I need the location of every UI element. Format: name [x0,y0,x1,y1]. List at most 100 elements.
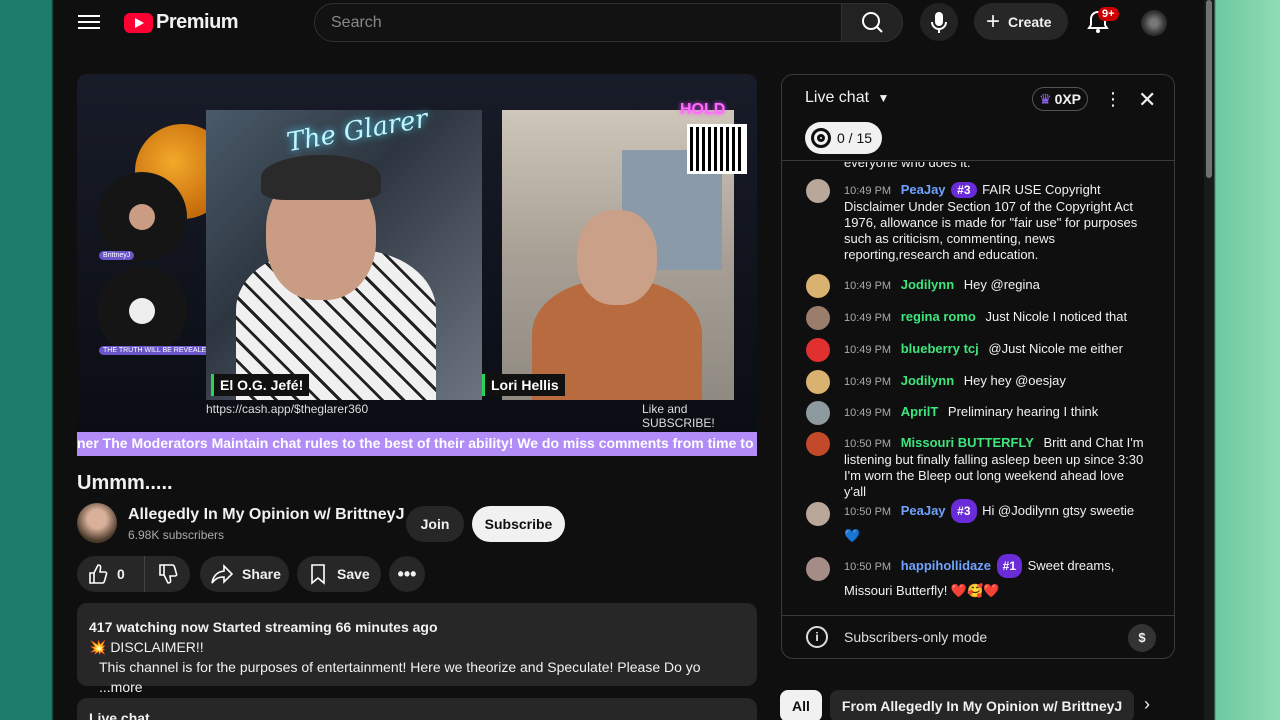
chevron-right-icon[interactable]: › [1144,694,1150,715]
chat-mode-dropdown[interactable]: Live chat ▼ [805,89,889,107]
create-label: Create [1008,13,1052,30]
like-button[interactable]: 0 [77,556,145,592]
create-button[interactable]: + Create [974,3,1068,40]
join-button[interactable]: Join [406,506,464,542]
share-icon [211,564,234,584]
message-time: 10:49 PM [844,185,892,197]
more-horizontal-icon: ••• [397,563,417,584]
channel-avatar[interactable] [77,503,117,543]
chat-footer: i Subscribers-only mode $ [782,615,1174,658]
rank-badge: #3 [951,499,977,523]
message-text: Preliminary hearing I think [947,404,1099,419]
message-author[interactable]: happihollidaze [901,558,991,573]
message-time: 10:49 PM [844,344,892,356]
channel-name[interactable]: Allegedly In My Opinion w/ BrittneyJ [128,506,404,524]
cashapp-link: https://cash.app/$theglarer360 [206,402,369,416]
subscribers-only-label: Subscribers-only mode [844,629,988,645]
youtube-premium-logo[interactable]: Premium [124,11,239,34]
participant-avatar-2 [129,298,155,324]
guest-video-feed: The Glarer [206,104,482,400]
microphone-icon [931,12,947,33]
message-content: 10:49 PM regina romo Just Nicole I notic… [844,309,1144,326]
message-content: 10:50 PM happihollidaze #1 Sweet dreams,… [844,554,1144,603]
goal-progress: 0 / 15 [837,130,873,146]
host-nameplate: Lori Hellis [482,374,565,396]
bookmark-icon [311,564,325,585]
dislike-button[interactable] [145,556,190,592]
chat-avatar [806,306,830,330]
youtube-play-icon [124,12,153,33]
target-icon [811,128,831,148]
message-time: 10:50 PM [844,506,892,518]
search-input[interactable] [315,4,841,41]
save-button[interactable]: Save [297,556,381,592]
more-vertical-icon[interactable]: ⋮ [1104,89,1122,110]
chat-messages: everyone who does it. 10:49 PM PeaJay #3… [782,162,1174,612]
info-icon[interactable]: i [806,626,828,648]
message-author[interactable]: PeaJay [901,182,946,197]
neon-sign: The Glarer [284,103,431,159]
search-button[interactable] [841,3,903,42]
page-scrollbar-thumb[interactable] [1206,0,1212,178]
like-dislike-group: 0 [77,556,190,592]
show-more-link[interactable]: ...more [99,679,143,695]
thumbs-up-icon [89,564,108,584]
video-title: Ummm..... [77,472,173,494]
message-content: 10:49 PM PeaJay #3 FAIR USE Copyright Di… [844,182,1144,263]
save-label: Save [337,566,370,582]
chat-avatar [806,502,830,526]
message-text: Just Nicole I noticed that [985,309,1128,324]
search-box[interactable] [314,3,842,42]
chat-header: Live chat ▼ ♛ 0XP ⋮ ✕ 0 / 15 [782,75,1174,161]
like-subscribe-text: Like and SUBSCRIBE! [642,402,715,430]
message-time: 10:49 PM [844,376,892,388]
partial-message: everyone who does it. [844,162,971,170]
message-author[interactable]: Missouri BUTTERFLY [901,435,1034,450]
hamburger-menu-icon[interactable] [78,12,100,32]
message-time: 10:49 PM [844,312,892,324]
xp-value: 0XP [1054,91,1082,107]
chat-avatar [806,338,830,362]
message-author[interactable]: Jodilynn [901,277,954,292]
chip-all[interactable]: All [780,690,822,720]
video-player[interactable]: BrittneyJ THE TRUTH WILL BE REVEALED The… [77,74,757,456]
search-icon [862,12,883,33]
message-content: 10:50 PM PeaJay #3 Hi @Jodilynn gtsy swe… [844,499,1144,548]
message-author[interactable]: PeaJay [901,503,946,518]
brand-label: Premium [156,11,239,33]
chip-from-channel[interactable]: From Allegedly In My Opinion w/ Brittney… [829,690,1135,720]
message-content: 10:49 PM AprilT Preliminary hearing I th… [844,404,1144,421]
description-box[interactable]: 417 watching now Started streaming 66 mi… [77,603,757,695]
message-author[interactable]: AprilT [901,404,939,419]
hold-sign: HOLD [680,101,726,118]
super-chat-dollar-icon[interactable]: $ [1128,624,1156,652]
message-author[interactable]: Jodilynn [901,373,954,388]
chat-avatar [806,370,830,394]
chevron-down-icon: ▼ [877,91,890,105]
more-actions-button[interactable]: ••• [389,556,425,592]
chat-goal-pill[interactable]: 0 / 15 [805,122,883,154]
xp-badge[interactable]: ♛ 0XP [1032,87,1089,111]
message-content: 10:49 PM Jodilynn Hey hey @oesjay [844,373,1144,390]
message-content: 10:50 PM Missouri BUTTERFLY Britt and Ch… [844,435,1144,500]
message-time: 10:50 PM [844,438,892,450]
description-line-2-row: This channel is for the purposes of ente… [89,657,745,697]
message-content: 10:49 PM blueberry tcj @Just Nicole me e… [844,341,1144,358]
participant-avatar-1 [129,204,155,230]
message-time: 10:49 PM [844,280,892,292]
voice-search-button[interactable] [920,3,958,41]
venmo-qr-code [687,124,747,174]
close-icon[interactable]: ✕ [1138,87,1156,113]
message-author[interactable]: regina romo [901,309,976,324]
share-button[interactable]: Share [200,556,289,592]
message-text: @Just Nicole me either [988,341,1123,356]
message-text: Hey @regina [963,277,1040,292]
account-avatar[interactable] [1141,10,1167,36]
subscribe-button[interactable]: Subscribe [472,506,565,542]
chat-avatar [806,274,830,298]
message-author[interactable]: blueberry tcj [901,341,979,356]
participant-label-2: THE TRUTH WILL BE REVEALED [99,346,216,355]
ticker-banner: ner The Moderators Maintain chat rules t… [77,432,757,456]
live-chat-replay-stub[interactable]: Live chat [77,698,757,720]
guest-nameplate: El O.G. Jefé! [211,374,310,396]
